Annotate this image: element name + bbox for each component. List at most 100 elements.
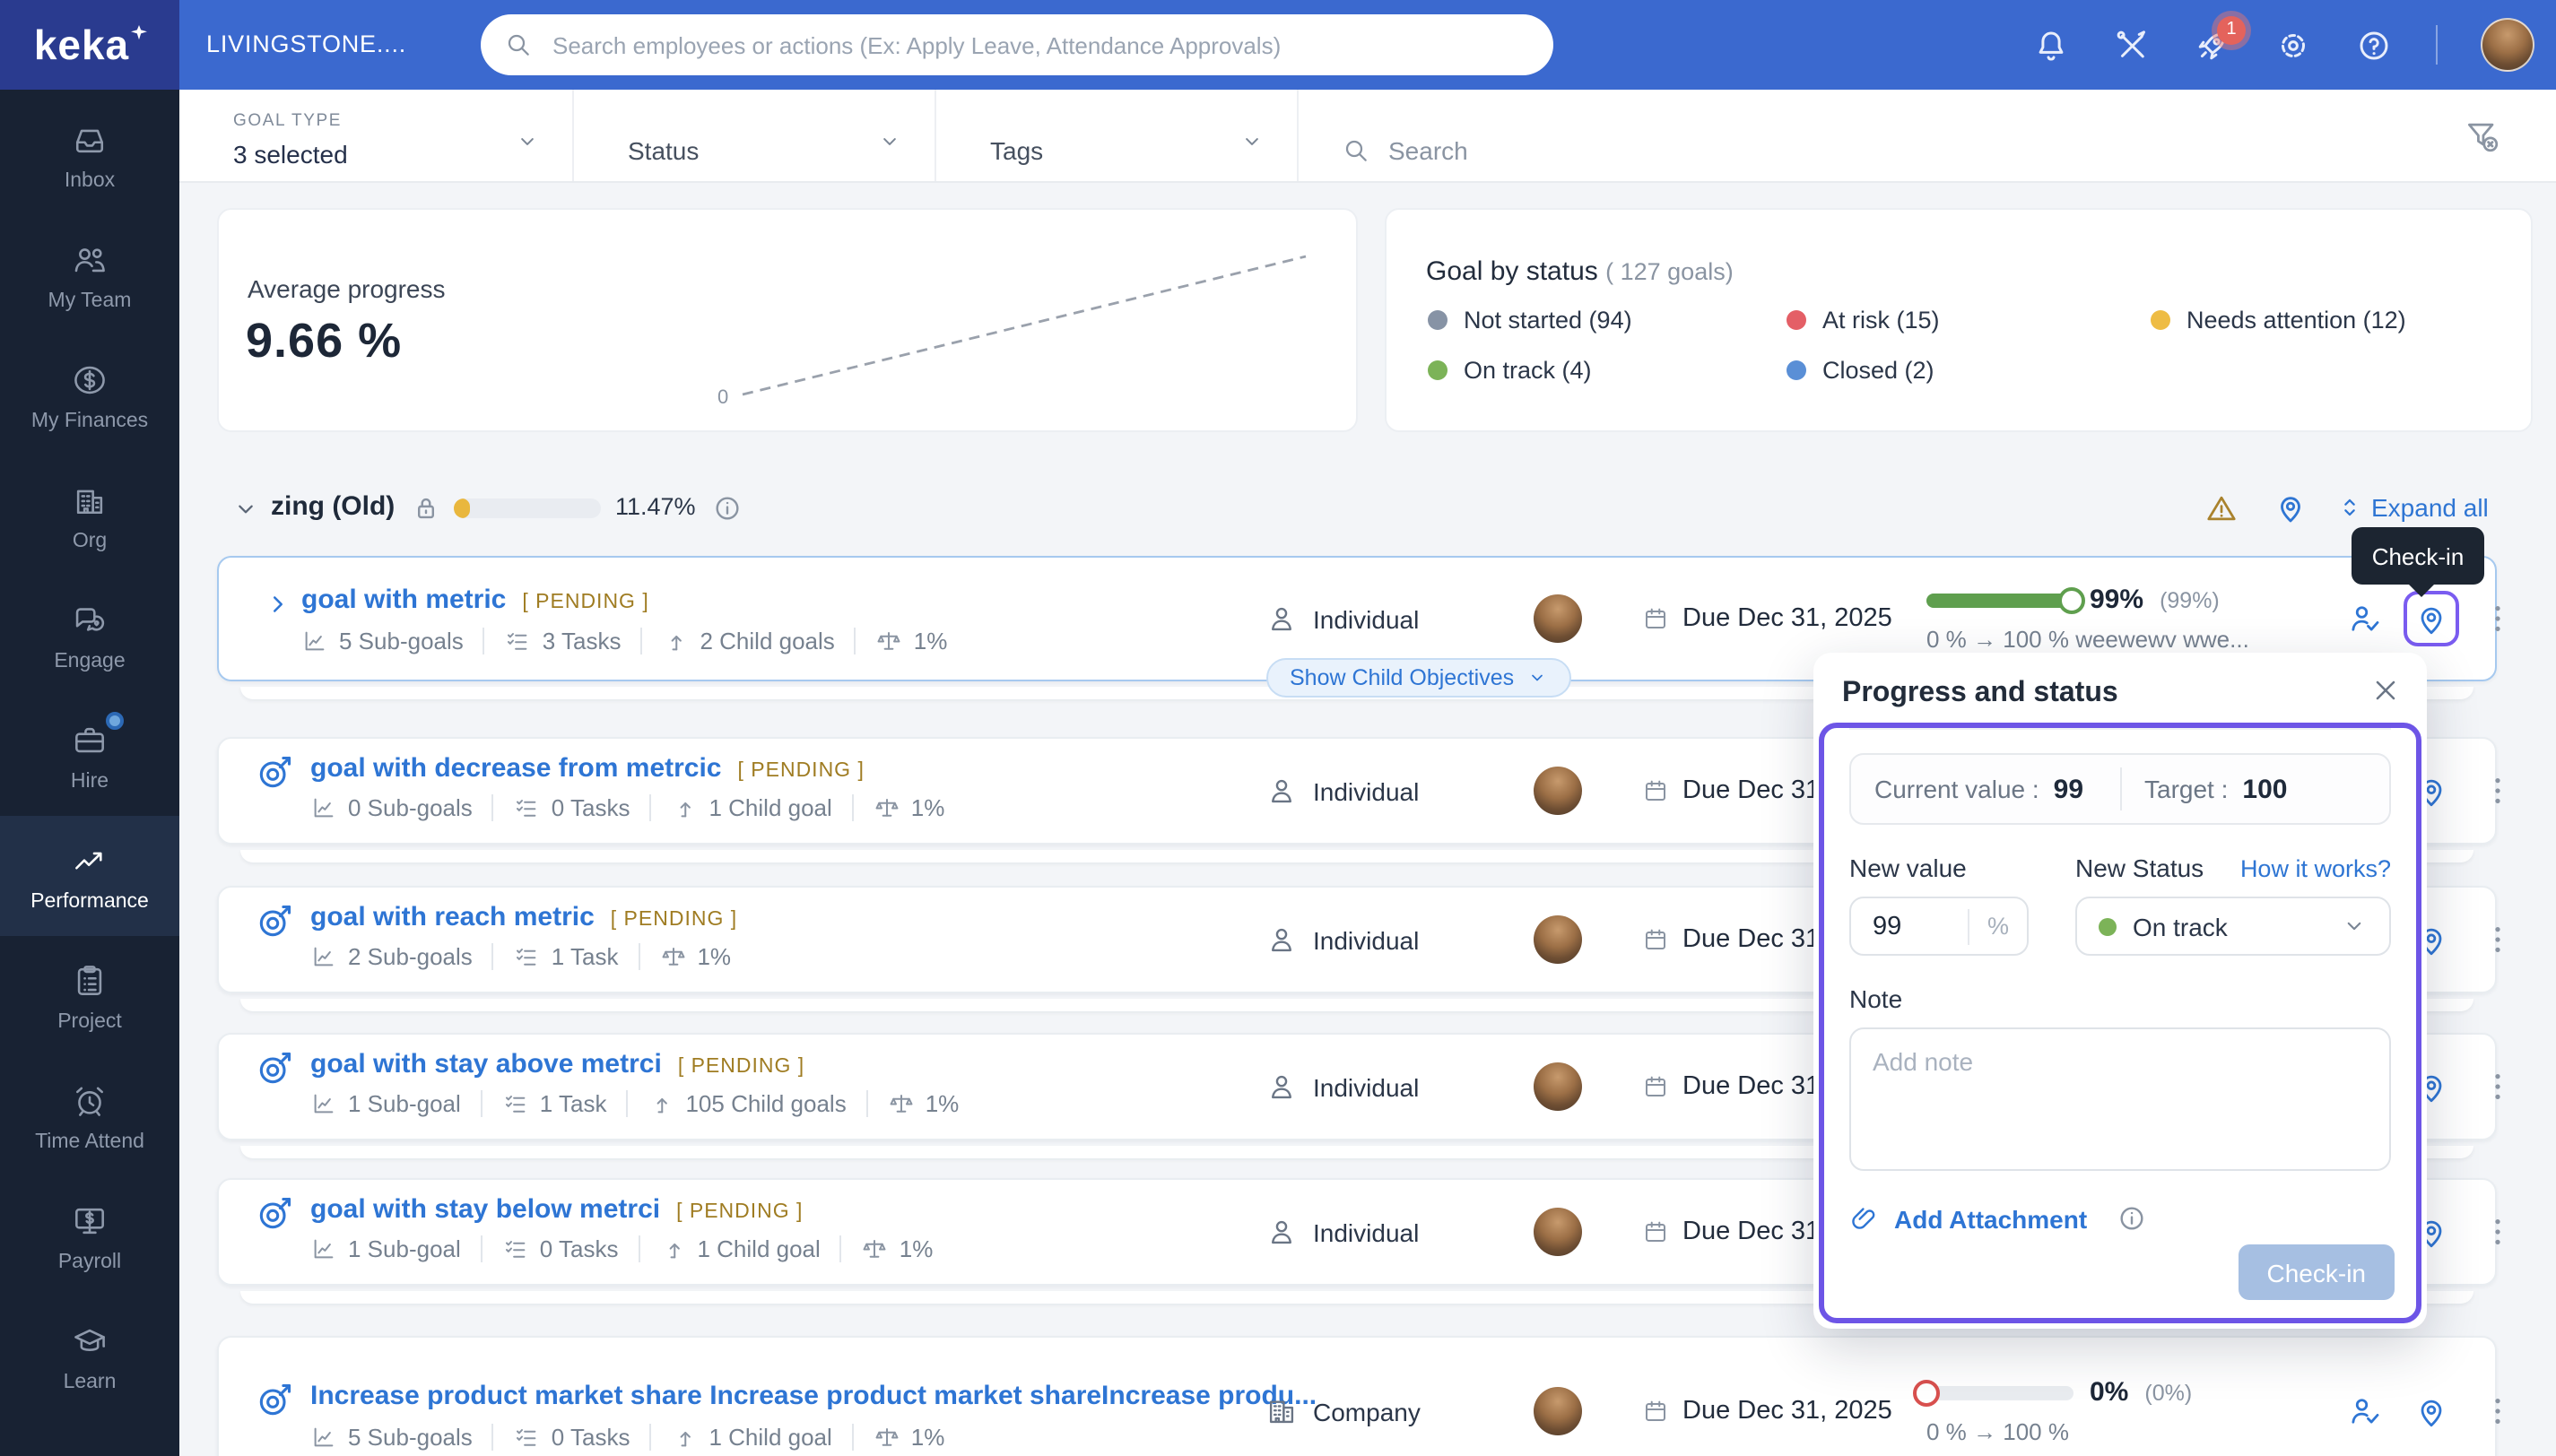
sidebar-item-time-attend[interactable]: Time Attend bbox=[0, 1056, 179, 1176]
legend-dot bbox=[1787, 360, 1806, 380]
assignees-icon[interactable] bbox=[2346, 1392, 2384, 1430]
goal-title[interactable]: Increase product market share Increase p… bbox=[310, 1381, 1333, 1411]
goal-type-icon bbox=[1265, 923, 1299, 957]
sidebar-item-label: My Team bbox=[48, 290, 132, 311]
filter-status[interactable]: Status bbox=[574, 90, 936, 181]
info-icon[interactable] bbox=[2116, 1203, 2146, 1234]
calendar-icon bbox=[1641, 1218, 1670, 1246]
paperclip-icon bbox=[1849, 1203, 1880, 1234]
goal-type: Individual bbox=[1265, 923, 1419, 957]
kebab-menu-icon[interactable] bbox=[2479, 1068, 2517, 1105]
pending-badge: [ PENDING ] bbox=[522, 592, 649, 613]
legend-dot bbox=[1787, 310, 1806, 330]
goal-meta-subgoals: 0 Sub-goals bbox=[310, 794, 492, 821]
kebab-menu-icon[interactable] bbox=[2479, 1392, 2517, 1430]
sidebar-item-performance[interactable]: Performance bbox=[0, 816, 179, 936]
global-search[interactable] bbox=[481, 14, 1553, 75]
collapse-group-chevron-icon[interactable] bbox=[231, 495, 260, 524]
sidebar-item-org[interactable]: Org bbox=[0, 455, 179, 576]
checkin-button[interactable]: Check-in bbox=[2238, 1244, 2395, 1300]
company-name[interactable]: LIVINGSTONE.... bbox=[206, 30, 406, 57]
info-icon[interactable] bbox=[712, 493, 743, 524]
notifications-bell-icon[interactable] bbox=[2032, 26, 2070, 64]
sidebar-item-hire[interactable]: Hire bbox=[0, 696, 179, 816]
divider bbox=[1849, 728, 2391, 730]
owner-avatar[interactable] bbox=[1534, 1062, 1582, 1111]
owner-avatar[interactable] bbox=[1534, 594, 1582, 643]
kebab-menu-icon[interactable] bbox=[2479, 1213, 2517, 1251]
sidebar-item-label: Org bbox=[72, 530, 108, 551]
chevron-down-icon bbox=[2341, 913, 2368, 940]
kebab-menu-icon[interactable] bbox=[2479, 921, 2517, 958]
settings-gear-icon[interactable] bbox=[2274, 26, 2312, 64]
progress-knob[interactable] bbox=[2058, 586, 2086, 613]
goal-title[interactable]: goal with metric[ PENDING ] bbox=[301, 585, 649, 615]
goal-target-icon bbox=[255, 753, 294, 793]
checkin-pin-button[interactable] bbox=[2404, 1383, 2459, 1439]
goal-meta-childgoals: 105 Child goals bbox=[626, 1090, 865, 1117]
sidebar-item-extra[interactable] bbox=[0, 1417, 179, 1456]
average-progress-value: 9.66 % bbox=[246, 314, 403, 368]
admin-tools-icon[interactable] bbox=[2113, 26, 2151, 64]
sidebar-item-label: Learn bbox=[63, 1371, 117, 1392]
expand-goal-chevron-icon[interactable] bbox=[262, 588, 294, 620]
whats-new-rocket-icon[interactable]: 1 bbox=[2194, 15, 2246, 64]
goal-title[interactable]: goal with stay above metrci[ PENDING ] bbox=[310, 1049, 804, 1079]
goal-title[interactable]: goal with decrease from metrcic[ PENDING… bbox=[310, 753, 865, 784]
group-name[interactable]: zing (Old) bbox=[271, 491, 395, 522]
percent-unit: % bbox=[1987, 913, 2009, 940]
sidebar-item-label: Time Attend bbox=[35, 1131, 144, 1152]
sidebar-item-inbox[interactable]: Inbox bbox=[0, 95, 179, 215]
checkin-pin-icon[interactable] bbox=[2273, 490, 2308, 525]
how-it-works-link[interactable]: How it works? bbox=[2240, 855, 2391, 882]
global-search-input[interactable] bbox=[549, 30, 1530, 60]
show-child-objectives-button[interactable]: Show Child Objectives bbox=[1266, 658, 1572, 698]
expand-collapse-icon[interactable] bbox=[2335, 493, 2364, 522]
goal-meta-weight: 1% bbox=[851, 794, 965, 821]
chevron-down-icon[interactable] bbox=[877, 129, 902, 154]
chevron-down-icon bbox=[1526, 667, 1548, 689]
progress-knob[interactable] bbox=[1913, 1379, 1940, 1406]
sidebar-item-label: Hire bbox=[70, 770, 109, 792]
new-status-dropdown[interactable]: On track bbox=[2075, 897, 2391, 956]
keka-logo[interactable]: keka bbox=[0, 0, 179, 90]
new-value-input[interactable] bbox=[1851, 910, 1944, 942]
user-avatar[interactable] bbox=[2481, 18, 2534, 72]
sidebar-item-engage[interactable]: Engage bbox=[0, 576, 179, 696]
warning-icon bbox=[2204, 491, 2239, 525]
sidebar-item-icon bbox=[70, 720, 109, 759]
close-icon[interactable] bbox=[2369, 674, 2402, 706]
goal-title[interactable]: goal with stay below metrci[ PENDING ] bbox=[310, 1194, 803, 1225]
sidebar-item-payroll[interactable]: Payroll bbox=[0, 1176, 179, 1296]
new-status-value: On track bbox=[2133, 912, 2228, 940]
logo-spark-icon bbox=[131, 24, 147, 40]
goal-meta-tasks: 0 Tasks bbox=[491, 794, 650, 821]
help-icon[interactable] bbox=[2355, 26, 2393, 64]
filter-tags[interactable]: Tags bbox=[936, 90, 1299, 181]
progress-sub-value: (99%) bbox=[2160, 587, 2220, 612]
kebab-menu-icon[interactable] bbox=[2479, 600, 2517, 637]
owner-avatar[interactable] bbox=[1534, 1208, 1582, 1256]
sidebar-item-my-finances[interactable]: My Finances bbox=[0, 335, 179, 455]
progress-range: 0 % → 100 % bbox=[1926, 1418, 2069, 1445]
owner-avatar[interactable] bbox=[1534, 1387, 1582, 1435]
goal-type: Individual bbox=[1265, 1215, 1419, 1249]
chevron-down-icon[interactable] bbox=[1239, 129, 1265, 154]
topbar-divider bbox=[2436, 25, 2438, 65]
add-attachment-link[interactable]: Add Attachment bbox=[1894, 1204, 2087, 1233]
assignees-icon[interactable] bbox=[2346, 600, 2384, 637]
owner-avatar[interactable] bbox=[1534, 915, 1582, 964]
chevron-down-icon[interactable] bbox=[515, 129, 540, 154]
clear-filters-icon[interactable] bbox=[2463, 117, 2502, 156]
owner-avatar[interactable] bbox=[1534, 767, 1582, 815]
kebab-menu-icon[interactable] bbox=[2479, 772, 2517, 810]
checkin-pin-button[interactable] bbox=[2404, 591, 2459, 646]
sidebar-item-project[interactable]: Project bbox=[0, 936, 179, 1056]
goal-title[interactable]: goal with reach metric[ PENDING ] bbox=[310, 902, 737, 932]
filter-search[interactable]: Search bbox=[1299, 90, 1765, 181]
sidebar-item-my-team[interactable]: My Team bbox=[0, 215, 179, 335]
filter-goal-type[interactable]: GOAL TYPE 3 selected bbox=[179, 90, 574, 181]
goal-type: Individual bbox=[1265, 602, 1419, 636]
note-textarea[interactable] bbox=[1849, 1027, 2391, 1171]
sidebar-item-learn[interactable]: Learn bbox=[0, 1296, 179, 1417]
